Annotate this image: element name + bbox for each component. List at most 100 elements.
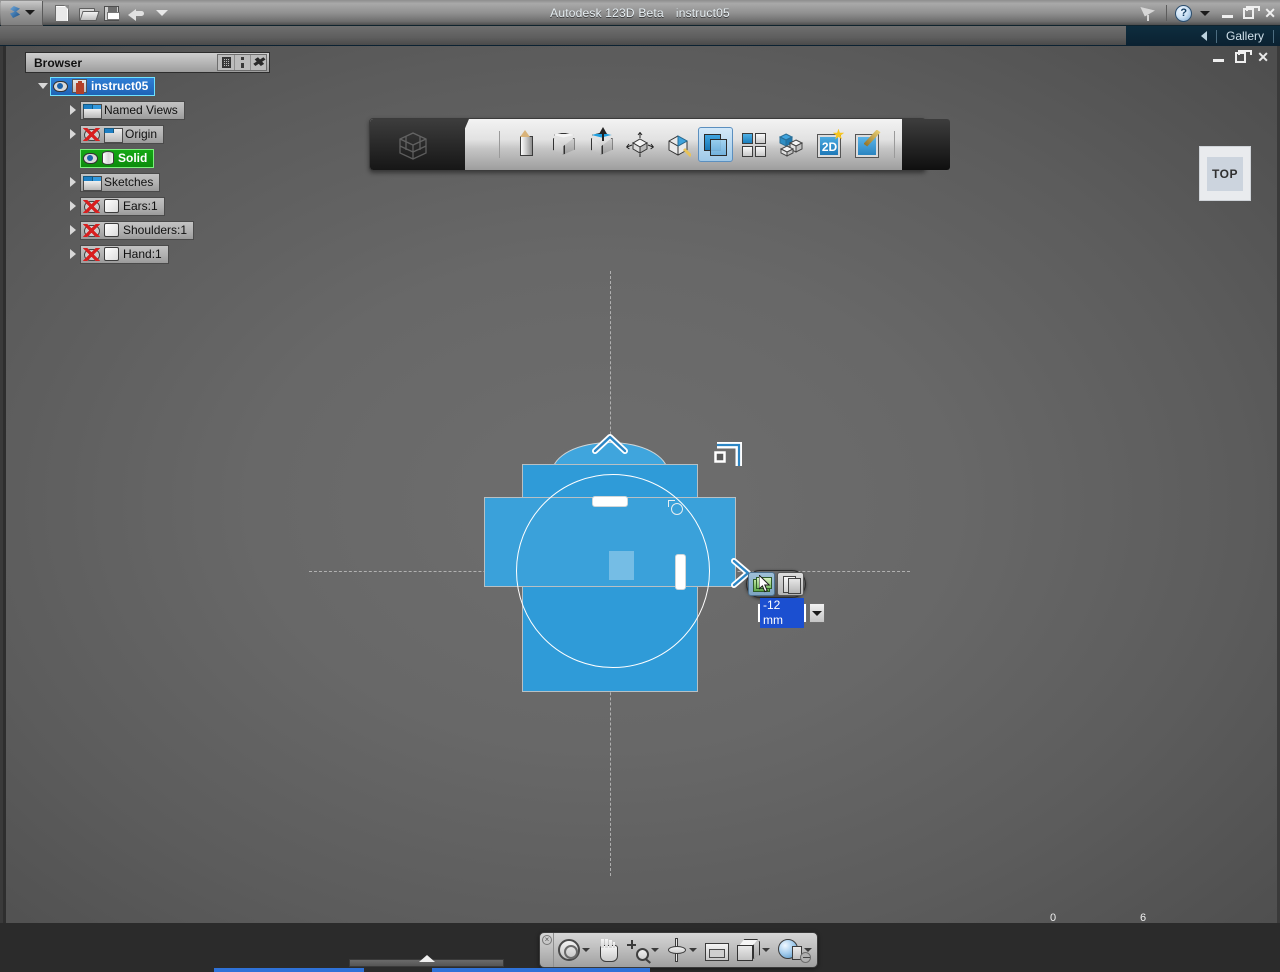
tree-item-sketches[interactable]: Sketches <box>80 172 161 192</box>
window-title: Autodesk 123D Beta instruct05 <box>0 0 1280 26</box>
browser-grid-view-button[interactable] <box>218 55 234 70</box>
tree-item-origin[interactable]: Origin <box>80 124 165 144</box>
close-icon[interactable]: ✕ <box>1264 6 1276 20</box>
sketch-slot-top[interactable] <box>592 496 628 507</box>
zoom-button[interactable] <box>623 933 663 967</box>
sketch-small-circle[interactable] <box>668 500 683 515</box>
dimension-input[interactable]: -12 mm <box>757 598 807 628</box>
close-icon[interactable]: ✕ <box>1257 50 1269 64</box>
sketch-slot-vertical[interactable] <box>675 554 686 590</box>
twisty-toggle[interactable] <box>66 199 80 213</box>
taskbar-highlight <box>432 968 650 972</box>
help-icon[interactable]: ? <box>1175 4 1193 22</box>
navigation-toolbar: × <box>539 932 818 968</box>
folder-icon <box>83 103 102 119</box>
minimize-toolbar-button[interactable] <box>800 952 811 963</box>
tree-item-label: Ears:1 <box>123 199 158 213</box>
browser-settings-button[interactable] <box>234 55 250 70</box>
gallery-tab[interactable]: Gallery <box>1226 29 1264 43</box>
eye-icon[interactable] <box>53 80 68 92</box>
viewport-canvas[interactable]: -12 mm Browser ✖ ✕ instruct05 Named View… <box>6 46 1277 960</box>
materials-button[interactable] <box>774 933 816 967</box>
assemble-tool[interactable] <box>774 127 809 162</box>
tree-row: Shoulders:1 <box>66 218 276 242</box>
2d-drawing-tool[interactable]: 2D <box>812 127 847 162</box>
restore-icon[interactable] <box>1235 49 1253 63</box>
orbit-button[interactable] <box>663 933 701 967</box>
minimize-icon[interactable] <box>1222 14 1234 18</box>
chevron-down-icon[interactable] <box>582 948 590 952</box>
pencil-icon <box>520 129 533 159</box>
eye-icon[interactable] <box>83 152 98 164</box>
eye-hidden-icon[interactable] <box>83 247 100 261</box>
broadcast-icon[interactable] <box>1141 6 1158 21</box>
tree-item-label: Hand:1 <box>123 247 162 261</box>
extrude-tool[interactable] <box>584 126 619 162</box>
restore-icon[interactable] <box>1243 5 1261 19</box>
hand-icon <box>598 939 619 962</box>
chevron-left-icon[interactable] <box>1200 31 1207 41</box>
tree-row: Sketches <box>66 170 276 194</box>
bottom-resize-grip[interactable] <box>349 955 504 967</box>
tree-item-solid[interactable]: Solid <box>80 148 155 168</box>
pin-icon <box>72 79 87 93</box>
minimize-icon[interactable] <box>1213 58 1225 62</box>
tree-item-named-views[interactable]: Named Views <box>80 100 185 120</box>
tree-item-ears[interactable]: Ears:1 <box>80 196 165 216</box>
eye-hidden-icon[interactable] <box>83 223 100 237</box>
panel-window-controls: ✕ <box>1213 49 1269 64</box>
viewcube-top-face[interactable]: TOP <box>1207 156 1243 191</box>
twisty-toggle[interactable] <box>66 247 80 261</box>
toolbar-tools: 2D <box>508 126 885 162</box>
tree-row: Ears:1 <box>66 194 276 218</box>
close-icon[interactable]: × <box>542 935 552 945</box>
eye-hidden-icon[interactable] <box>83 199 100 213</box>
plane-move-handle-icon[interactable] <box>714 442 742 469</box>
modify-tool[interactable] <box>622 127 657 162</box>
sketch-tool[interactable] <box>508 127 543 162</box>
twisty-toggle[interactable] <box>66 223 80 237</box>
gallery-controls: Gallery <box>1200 26 1274 46</box>
twisty-toggle[interactable] <box>66 127 80 141</box>
viewcube-button[interactable] <box>733 933 774 967</box>
browser-buttons: ✖ <box>217 54 267 71</box>
twisty-toggle[interactable] <box>66 103 80 117</box>
main-toolbar: 2D <box>369 118 950 171</box>
2d-drawing-icon: 2D <box>816 128 845 158</box>
twisty-toggle[interactable] <box>66 175 80 189</box>
combine-tool[interactable] <box>698 127 733 162</box>
show-motion-icon <box>705 940 729 961</box>
cube-icon <box>104 223 119 237</box>
twisty-toggle[interactable] <box>36 79 50 93</box>
cube-icon <box>552 132 576 157</box>
tree-item-shoulders[interactable]: Shoulders:1 <box>80 220 195 240</box>
toolbar-brand-panel <box>370 119 465 170</box>
gallery-strip: Gallery <box>0 26 1280 46</box>
tree-item-label: instruct05 <box>91 79 149 93</box>
pattern-cut-tool[interactable] <box>660 127 695 162</box>
dimension-input-value[interactable]: -12 mm <box>760 598 804 628</box>
tree-item-instruct05[interactable]: instruct05 <box>50 76 156 96</box>
tree-item-label: Solid <box>118 151 148 165</box>
eye-hidden-icon[interactable] <box>83 127 100 141</box>
chevron-down-icon[interactable] <box>689 948 697 952</box>
show-motion-button[interactable] <box>701 933 733 967</box>
divider <box>894 131 895 158</box>
toolbar-grip[interactable]: × <box>540 933 554 967</box>
viewcube[interactable]: TOP <box>1199 146 1251 201</box>
pan-button[interactable] <box>594 933 623 967</box>
face-highlight-square[interactable] <box>609 551 634 580</box>
chevron-down-icon[interactable] <box>1200 10 1211 16</box>
primitives-tool[interactable] <box>546 127 581 162</box>
move-arrow-up-icon[interactable] <box>592 433 628 455</box>
browser-title-bar[interactable]: Browser ✖ <box>25 52 270 73</box>
tree-item-hand[interactable]: Hand:1 <box>80 244 169 264</box>
browser-close-button[interactable]: ✖ <box>250 55 266 70</box>
grouping-tool[interactable] <box>736 127 771 162</box>
chevron-down-icon[interactable] <box>762 948 770 952</box>
duplicate-button[interactable] <box>777 572 804 596</box>
steering-wheel-button[interactable] <box>554 933 594 967</box>
dimension-input-dropdown[interactable] <box>809 603 825 623</box>
smart-tool[interactable] <box>850 127 885 162</box>
chevron-down-icon[interactable] <box>651 948 659 952</box>
